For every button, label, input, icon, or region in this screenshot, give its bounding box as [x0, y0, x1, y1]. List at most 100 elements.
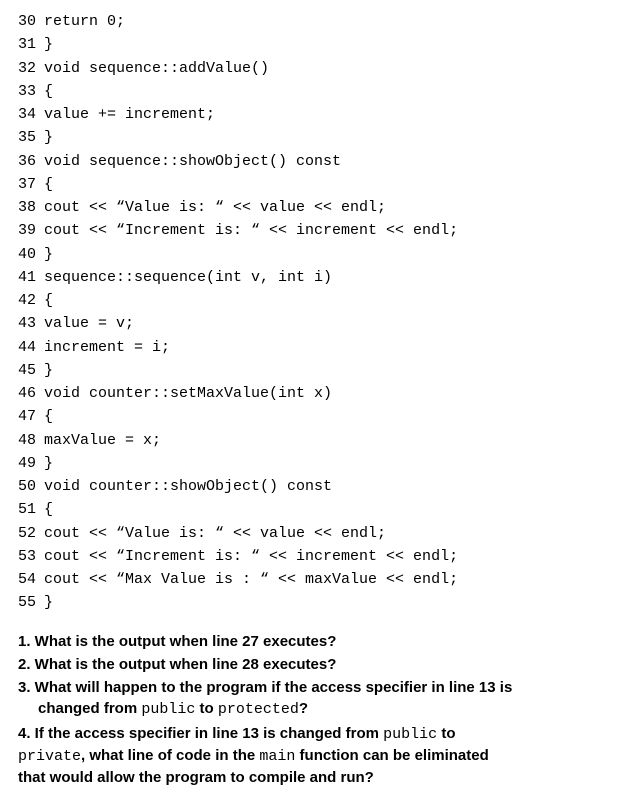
questions-block: 1. What is the output when line 27 execu… [18, 631, 599, 789]
q3-text-c: ? [299, 700, 308, 717]
line-number: 37 [18, 173, 44, 196]
code-text: value += increment; [44, 106, 215, 123]
code-text: cout << “Value is: “ << value << endl; [44, 199, 386, 216]
code-line: 49} [18, 452, 599, 475]
line-number: 49 [18, 452, 44, 475]
code-text: { [44, 292, 53, 309]
line-number: 33 [18, 80, 44, 103]
line-number: 30 [18, 10, 44, 33]
code-line: 30return 0; [18, 10, 599, 33]
question-1: 1. What is the output when line 27 execu… [18, 631, 599, 652]
code-line: 31} [18, 33, 599, 56]
code-line: 35} [18, 126, 599, 149]
code-text: void sequence::addValue() [44, 60, 269, 77]
code-text: } [44, 362, 53, 379]
q4-line1: 4. If the access specifier in line 13 is… [18, 725, 456, 742]
code-line: 34value += increment; [18, 103, 599, 126]
code-line: 39cout << “Increment is: “ << increment … [18, 219, 599, 242]
code-line: 41sequence::sequence(int v, int i) [18, 266, 599, 289]
code-text: cout << “Increment is: “ << increment <<… [44, 548, 458, 565]
code-text: value = v; [44, 315, 134, 332]
line-number: 53 [18, 545, 44, 568]
line-number: 31 [18, 33, 44, 56]
q3-code-protected: protected [218, 701, 299, 718]
code-line: 40} [18, 243, 599, 266]
code-line: 50void counter::showObject() const [18, 475, 599, 498]
question-3: 3. What will happen to the program if th… [18, 677, 599, 721]
line-number: 36 [18, 150, 44, 173]
code-text: cout << “Max Value is : “ << maxValue <<… [44, 571, 458, 588]
code-text: { [44, 83, 53, 100]
code-text: return 0; [44, 13, 125, 30]
code-line: 33{ [18, 80, 599, 103]
code-text: } [44, 36, 53, 53]
code-text: void sequence::showObject() const [44, 153, 341, 170]
code-line: 43value = v; [18, 312, 599, 335]
code-text: } [44, 129, 53, 146]
code-line: 54cout << “Max Value is : “ << maxValue … [18, 568, 599, 591]
q4-code-public: public [383, 726, 437, 743]
line-number: 47 [18, 405, 44, 428]
q4-text-a: 4. If the access specifier in line 13 is… [18, 725, 383, 742]
q4-text-b2: function can be eliminated [295, 747, 488, 764]
code-line: 36void sequence::showObject() const [18, 150, 599, 173]
code-text: { [44, 501, 53, 518]
question-4: 4. If the access specifier in line 13 is… [18, 723, 599, 789]
question-3-line2: changed from public to protected? [18, 698, 599, 720]
line-number: 54 [18, 568, 44, 591]
code-text: { [44, 408, 53, 425]
code-text: } [44, 246, 53, 263]
line-number: 40 [18, 243, 44, 266]
code-line: 47{ [18, 405, 599, 428]
line-number: 42 [18, 289, 44, 312]
code-line: 37{ [18, 173, 599, 196]
code-line: 48maxValue = x; [18, 429, 599, 452]
q3-text-a: changed from [38, 700, 141, 717]
code-text: maxValue = x; [44, 432, 161, 449]
q4-text-a2: to [437, 725, 455, 742]
code-block: 30return 0;31}32void sequence::addValue(… [18, 10, 599, 615]
line-number: 48 [18, 429, 44, 452]
line-number: 43 [18, 312, 44, 335]
question-2: 2. What is the output when line 28 execu… [18, 654, 599, 675]
q3-code-public: public [141, 701, 195, 718]
code-text: void counter::showObject() const [44, 478, 332, 495]
line-number: 35 [18, 126, 44, 149]
code-text: } [44, 594, 53, 611]
line-number: 38 [18, 196, 44, 219]
code-line: 42{ [18, 289, 599, 312]
code-line: 52cout << “Value is: “ << value << endl; [18, 522, 599, 545]
line-number: 34 [18, 103, 44, 126]
code-text: cout << “Value is: “ << value << endl; [44, 525, 386, 542]
line-number: 51 [18, 498, 44, 521]
code-text: { [44, 176, 53, 193]
code-text: sequence::sequence(int v, int i) [44, 269, 332, 286]
question-3-line1: 3. What will happen to the program if th… [18, 679, 512, 696]
code-text: cout << “Increment is: “ << increment <<… [44, 222, 458, 239]
code-line: 46void counter::setMaxValue(int x) [18, 382, 599, 405]
line-number: 32 [18, 57, 44, 80]
code-line: 45} [18, 359, 599, 382]
code-line: 38cout << “Value is: “ << value << endl; [18, 196, 599, 219]
line-number: 45 [18, 359, 44, 382]
q3-text-b: to [195, 700, 218, 717]
line-number: 55 [18, 591, 44, 614]
q4-code-main: main [259, 748, 295, 765]
code-text: void counter::setMaxValue(int x) [44, 385, 332, 402]
code-line: 55} [18, 591, 599, 614]
line-number: 50 [18, 475, 44, 498]
code-line: 44increment = i; [18, 336, 599, 359]
code-line: 32void sequence::addValue() [18, 57, 599, 80]
line-number: 44 [18, 336, 44, 359]
q4-code-private: private [18, 748, 81, 765]
code-text: } [44, 455, 53, 472]
code-line: 53cout << “Increment is: “ << increment … [18, 545, 599, 568]
line-number: 41 [18, 266, 44, 289]
line-number: 52 [18, 522, 44, 545]
line-number: 39 [18, 219, 44, 242]
q4-text-b: , what line of code in the [81, 747, 259, 764]
code-line: 51{ [18, 498, 599, 521]
code-text: increment = i; [44, 339, 170, 356]
q4-line3: that would allow the program to compile … [18, 769, 374, 786]
line-number: 46 [18, 382, 44, 405]
